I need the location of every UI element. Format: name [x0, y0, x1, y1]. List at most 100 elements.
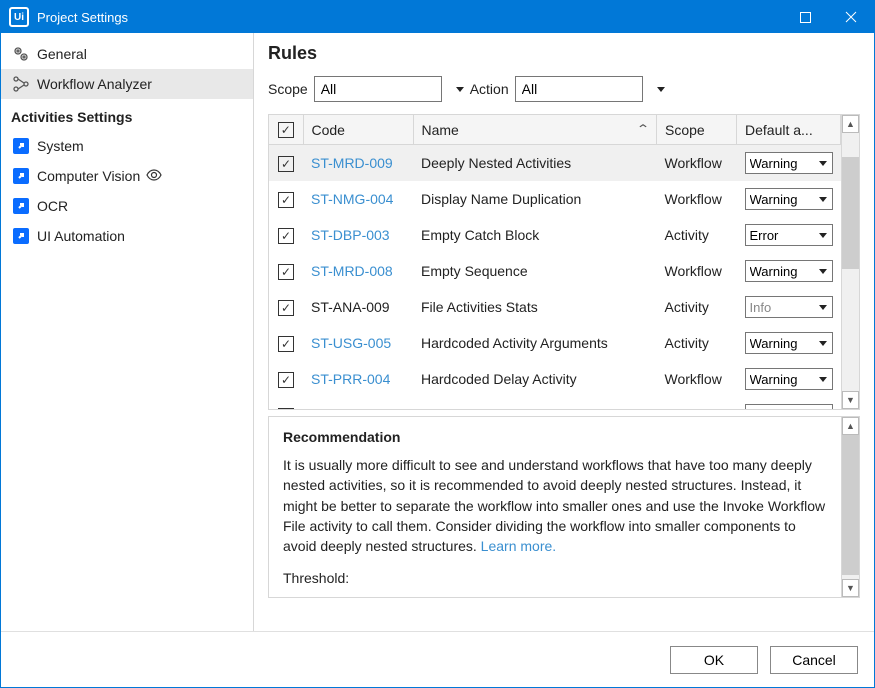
scroll-down-arrow[interactable]: ▼ — [842, 579, 859, 597]
table-scrollbar[interactable]: ▲ ▼ — [841, 115, 859, 409]
sidebar-item-label: OCR — [37, 198, 68, 214]
table-row[interactable]: ✓ST-PRR-004Hardcoded Delay ActivityWorkf… — [269, 361, 841, 397]
rules-heading: Rules — [268, 43, 860, 64]
table-row[interactable]: ✓ ST-ANA-009 File Activities StatsActivity… — [269, 289, 841, 325]
ok-button[interactable]: OK — [670, 646, 758, 674]
scroll-up-arrow[interactable]: ▲ — [842, 417, 859, 435]
arrow-box-icon — [11, 136, 31, 156]
eye-icon — [146, 167, 162, 186]
rule-scope: Workflow — [657, 181, 737, 217]
action-label: Action — [470, 81, 509, 97]
rule-scope: Activity — [657, 217, 737, 253]
rule-code[interactable]: ST-MRD-009 — [311, 155, 393, 171]
scope-select[interactable]: All — [314, 76, 442, 102]
filters-row: Scope All Action All — [268, 76, 860, 102]
window-title: Project Settings — [37, 10, 782, 25]
column-header-scope[interactable]: Scope — [657, 115, 737, 145]
main-panel: Rules Scope All Action All ✓ — [254, 33, 874, 631]
column-header-checkbox[interactable]: ✓ — [269, 115, 303, 145]
rule-code[interactable]: ST-DBP-003 — [311, 227, 390, 243]
rule-code[interactable]: ST-DBP-002 — [311, 407, 390, 409]
sidebar-item-label: Workflow Analyzer — [37, 76, 152, 92]
dialog-footer: OK Cancel — [1, 631, 874, 687]
arrow-box-icon — [11, 226, 31, 246]
rule-scope: Activity — [657, 325, 737, 361]
rule-action-select[interactable]: Warning — [745, 260, 833, 282]
arrow-box-icon — [11, 166, 31, 186]
rule-name: Hardcoded Activity Arguments — [413, 325, 657, 361]
cancel-button[interactable]: Cancel — [770, 646, 858, 674]
sidebar-item-computer-vision[interactable]: Computer Vision — [1, 161, 253, 191]
rule-code[interactable]: ST-PRR-004 — [311, 371, 390, 387]
rule-checkbox[interactable]: ✓ — [278, 264, 294, 280]
rule-name: Deeply Nested Activities — [413, 145, 657, 182]
recommendation-container: Recommendation It is usually more diffic… — [268, 416, 860, 598]
rule-name: Empty Sequence — [413, 253, 657, 289]
sidebar-item-system[interactable]: System — [1, 131, 253, 161]
sidebar-item-label: Computer Vision — [37, 168, 140, 184]
rule-scope: Workflow — [657, 397, 737, 409]
rule-code[interactable]: ST-USG-005 — [311, 335, 391, 351]
titlebar: Ui Project Settings — [1, 1, 874, 33]
sidebar-item-ui-automation[interactable]: UI Automation — [1, 221, 253, 251]
rule-checkbox[interactable]: ✓ — [278, 372, 294, 388]
recommendation-scrollbar[interactable]: ▲ ▼ — [841, 417, 859, 597]
rule-name: High Arguments Count — [413, 397, 657, 409]
rule-scope: Workflow — [657, 253, 737, 289]
rule-scope: Activity — [657, 289, 737, 325]
table-row[interactable]: ✓ ST-DBP-002 High Arguments CountWorkflow E… — [269, 397, 841, 409]
scroll-up-arrow[interactable]: ▲ — [842, 115, 859, 133]
rule-code[interactable]: ST-MRD-008 — [311, 263, 393, 279]
rules-table: ✓ Code Name Scope Default a... ✓ ST-MRD-0… — [269, 115, 841, 409]
rule-checkbox[interactable]: ✓ — [278, 300, 294, 316]
rule-checkbox[interactable]: ✓ — [278, 156, 294, 172]
sidebar-item-label: UI Automation — [37, 228, 125, 244]
sidebar-item-label: System — [37, 138, 84, 154]
scroll-down-arrow[interactable]: ▼ — [842, 391, 859, 409]
rule-code[interactable]: ST-NMG-004 — [311, 191, 393, 207]
recommendation-body: It is usually more difficult to see and … — [283, 455, 827, 556]
table-row[interactable]: ✓ ST-USG-005 Hardcoded Activity ArgumentsA… — [269, 325, 841, 361]
branch-icon — [11, 74, 31, 94]
rule-code: ST-ANA-009 — [311, 299, 390, 315]
action-select[interactable]: All — [515, 76, 643, 102]
rule-action-select[interactable]: Warning — [745, 188, 833, 210]
window-close-button[interactable] — [828, 1, 874, 33]
rule-checkbox[interactable]: ✓ — [278, 228, 294, 244]
rule-name: File Activities Stats — [413, 289, 657, 325]
rule-checkbox[interactable]: ✓ — [278, 192, 294, 208]
gears-icon — [11, 44, 31, 64]
sidebar-item-ocr[interactable]: OCR — [1, 191, 253, 221]
table-row[interactable]: ✓ ST-MRD-009 Deeply Nested ActivitiesWorkf… — [269, 145, 841, 182]
sidebar-item-label: General — [37, 46, 87, 62]
arrow-box-icon — [11, 196, 31, 216]
recommendation-title: Recommendation — [283, 429, 827, 445]
rule-action-select[interactable]: Warning — [745, 332, 833, 354]
rule-action-select[interactable]: Error — [745, 404, 833, 409]
sidebar: General Workflow Analyzer Activities Sett… — [1, 33, 254, 631]
column-header-code[interactable]: Code — [303, 115, 413, 145]
rule-checkbox[interactable]: ✓ — [278, 408, 294, 410]
sidebar-item-general[interactable]: General — [1, 39, 253, 69]
rule-name: Display Name Duplication — [413, 181, 657, 217]
rule-name: Empty Catch Block — [413, 217, 657, 253]
rule-action-select[interactable]: Warning — [745, 368, 833, 390]
rules-table-container: ✓ Code Name Scope Default a... ✓ ST-MRD-0… — [268, 114, 860, 410]
rule-action-select[interactable]: Info — [745, 296, 833, 318]
window-maximize-button[interactable] — [782, 1, 828, 33]
table-row[interactable]: ✓ ST-NMG-004 Display Name DuplicationWorkf… — [269, 181, 841, 217]
rule-scope: Workflow — [657, 145, 737, 182]
column-header-name[interactable]: Name — [413, 115, 657, 145]
sidebar-section-activities: Activities Settings — [1, 99, 253, 131]
table-row[interactable]: ✓ ST-DBP-003 Empty Catch BlockActivity Erro… — [269, 217, 841, 253]
sidebar-item-workflow-analyzer[interactable]: Workflow Analyzer — [1, 69, 253, 99]
learn-more-link[interactable]: Learn more. — [481, 538, 556, 554]
table-row[interactable]: ✓ ST-MRD-008 Empty SequenceWorkflow Warning — [269, 253, 841, 289]
rule-checkbox[interactable]: ✓ — [278, 336, 294, 352]
rule-name: Hardcoded Delay Activity — [413, 361, 657, 397]
threshold-label: Threshold: — [283, 570, 827, 586]
app-logo: Ui — [9, 7, 29, 27]
rule-action-select[interactable]: Error — [745, 224, 833, 246]
rule-action-select[interactable]: Warning — [745, 152, 833, 174]
column-header-action[interactable]: Default a... — [737, 115, 841, 145]
